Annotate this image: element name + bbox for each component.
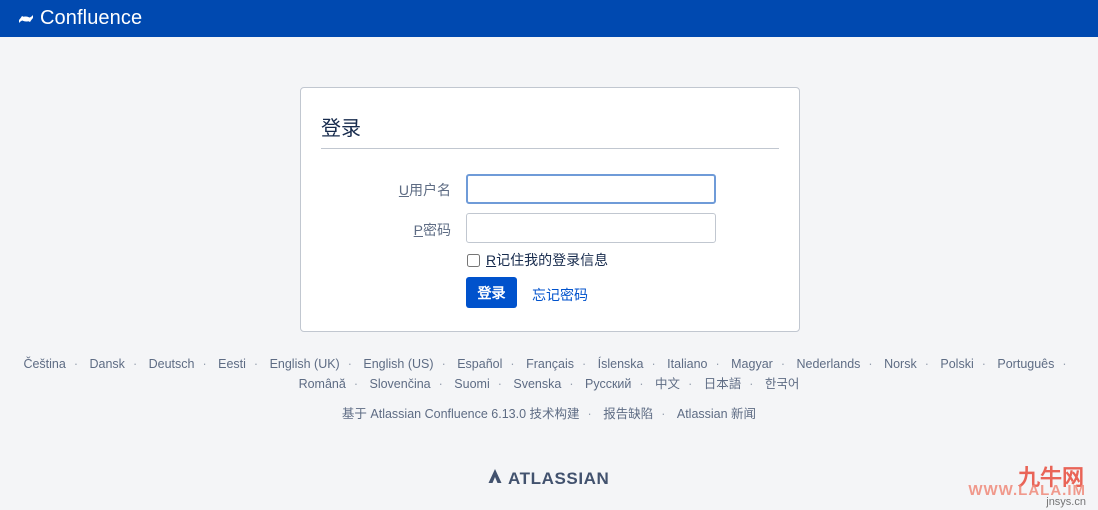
separator-dot: · — [347, 357, 352, 371]
language-link[interactable]: English (UK) — [270, 357, 340, 371]
password-label-text: 密码 — [423, 222, 451, 238]
remember-accesskey: R — [486, 252, 497, 268]
language-link[interactable]: Italiano — [667, 357, 707, 371]
login-card: 登录 U用户名 P密码 R记住我的登录信息 登录 忘记密码 — [300, 87, 800, 332]
atlassian-logo-text: ATLASSIAN — [508, 468, 610, 488]
separator-dot: · — [202, 357, 207, 371]
separator-dot: · — [497, 377, 502, 391]
language-link[interactable]: Čeština — [23, 357, 65, 371]
separator-dot: · — [780, 357, 785, 371]
watermark-domain: jnsys.cn — [1046, 496, 1086, 508]
password-label: P密码 — [301, 220, 451, 240]
site-watermark: 九牛网 WWW.LALA.IM jnsys.cn — [940, 460, 1090, 508]
username-label: U用户名 — [301, 180, 451, 200]
language-link[interactable]: 中文 — [655, 377, 680, 391]
remember-me-checkbox[interactable] — [467, 253, 480, 267]
footer-links: 基于 Atlassian Confluence 6.13.0 技术构建 · 报告缺… — [0, 404, 1098, 424]
language-link[interactable]: Română — [299, 377, 346, 391]
separator-dot: · — [253, 357, 259, 371]
separator-dot: · — [749, 377, 754, 391]
language-link[interactable]: Magyar — [731, 357, 773, 371]
separator-dot: · — [639, 377, 644, 391]
separator-dot: · — [438, 377, 443, 391]
language-link[interactable]: Svenska — [513, 377, 561, 391]
separator-dot: · — [981, 357, 986, 371]
confluence-logo-icon — [18, 11, 34, 27]
language-list-row2: Română · Slovenčina · Suomi · Svenska · Русс… — [0, 374, 1098, 394]
separator-dot: · — [661, 407, 666, 421]
separator-dot: · — [132, 357, 138, 371]
title-divider — [321, 148, 779, 149]
remember-me-text: 记住我的登录信息 — [496, 252, 609, 268]
language-link[interactable]: 日本語 — [704, 377, 742, 391]
separator-dot: · — [510, 357, 515, 371]
separator-dot: · — [1062, 357, 1067, 371]
separator-dot: · — [715, 357, 720, 371]
atlassian-logo[interactable]: ATLASSIAN — [487, 468, 609, 489]
separator-dot: · — [587, 407, 592, 421]
powered-by-link[interactable]: 基于 Atlassian Confluence 6.13.0 技术构建 — [342, 407, 580, 421]
username-accesskey: U — [398, 182, 409, 198]
language-link[interactable]: Français — [526, 357, 574, 371]
separator-dot: · — [73, 357, 79, 371]
top-navigation-bar: Confluence — [0, 0, 1098, 37]
confluence-home-link[interactable]: Confluence — [18, 7, 142, 30]
language-link[interactable]: Slovenčina — [369, 377, 430, 391]
separator-dot: · — [868, 357, 873, 371]
language-link[interactable]: 한국어 — [765, 377, 800, 391]
password-accesskey: P — [413, 222, 423, 238]
brand-name: Confluence — [40, 7, 143, 29]
separator-dot: · — [441, 357, 446, 371]
atlassian-logo-icon — [487, 468, 503, 489]
separator-dot: · — [688, 377, 693, 391]
separator-dot: · — [582, 357, 587, 371]
language-link[interactable]: Español — [457, 357, 502, 371]
separator-dot: · — [651, 357, 656, 371]
forgot-password-link[interactable]: 忘记密码 — [532, 285, 588, 305]
separator-dot: · — [569, 377, 574, 391]
language-link[interactable]: Deutsch — [149, 357, 195, 371]
language-link[interactable]: Dansk — [90, 357, 125, 371]
language-link[interactable]: Polski — [940, 357, 973, 371]
language-link[interactable]: Nederlands — [796, 357, 860, 371]
language-link[interactable]: Eesti — [218, 357, 246, 371]
language-link[interactable]: Русский — [585, 377, 631, 391]
language-link[interactable]: Íslenska — [598, 357, 644, 371]
language-link[interactable]: Português — [997, 357, 1054, 371]
remember-me-label: R记住我的登录信息 — [486, 250, 608, 270]
language-link[interactable]: English (US) — [363, 357, 433, 371]
login-button[interactable]: 登录 — [466, 277, 517, 308]
password-input[interactable] — [466, 213, 716, 243]
separator-dot: · — [924, 357, 929, 371]
separator-dot: · — [353, 377, 358, 391]
username-input[interactable] — [466, 174, 716, 204]
language-list-row1: Čeština · Dansk · Deutsch · Eesti · English … — [0, 354, 1098, 374]
login-title: 登录 — [321, 118, 361, 140]
atlassian-news-link[interactable]: Atlassian 新闻 — [677, 407, 756, 421]
report-bug-link[interactable]: 报告缺陷 — [603, 407, 653, 421]
language-link[interactable]: Suomi — [454, 377, 489, 391]
language-link[interactable]: Norsk — [884, 357, 917, 371]
username-label-text: 用户名 — [409, 182, 451, 198]
remember-me[interactable]: R记住我的登录信息 — [467, 250, 608, 270]
